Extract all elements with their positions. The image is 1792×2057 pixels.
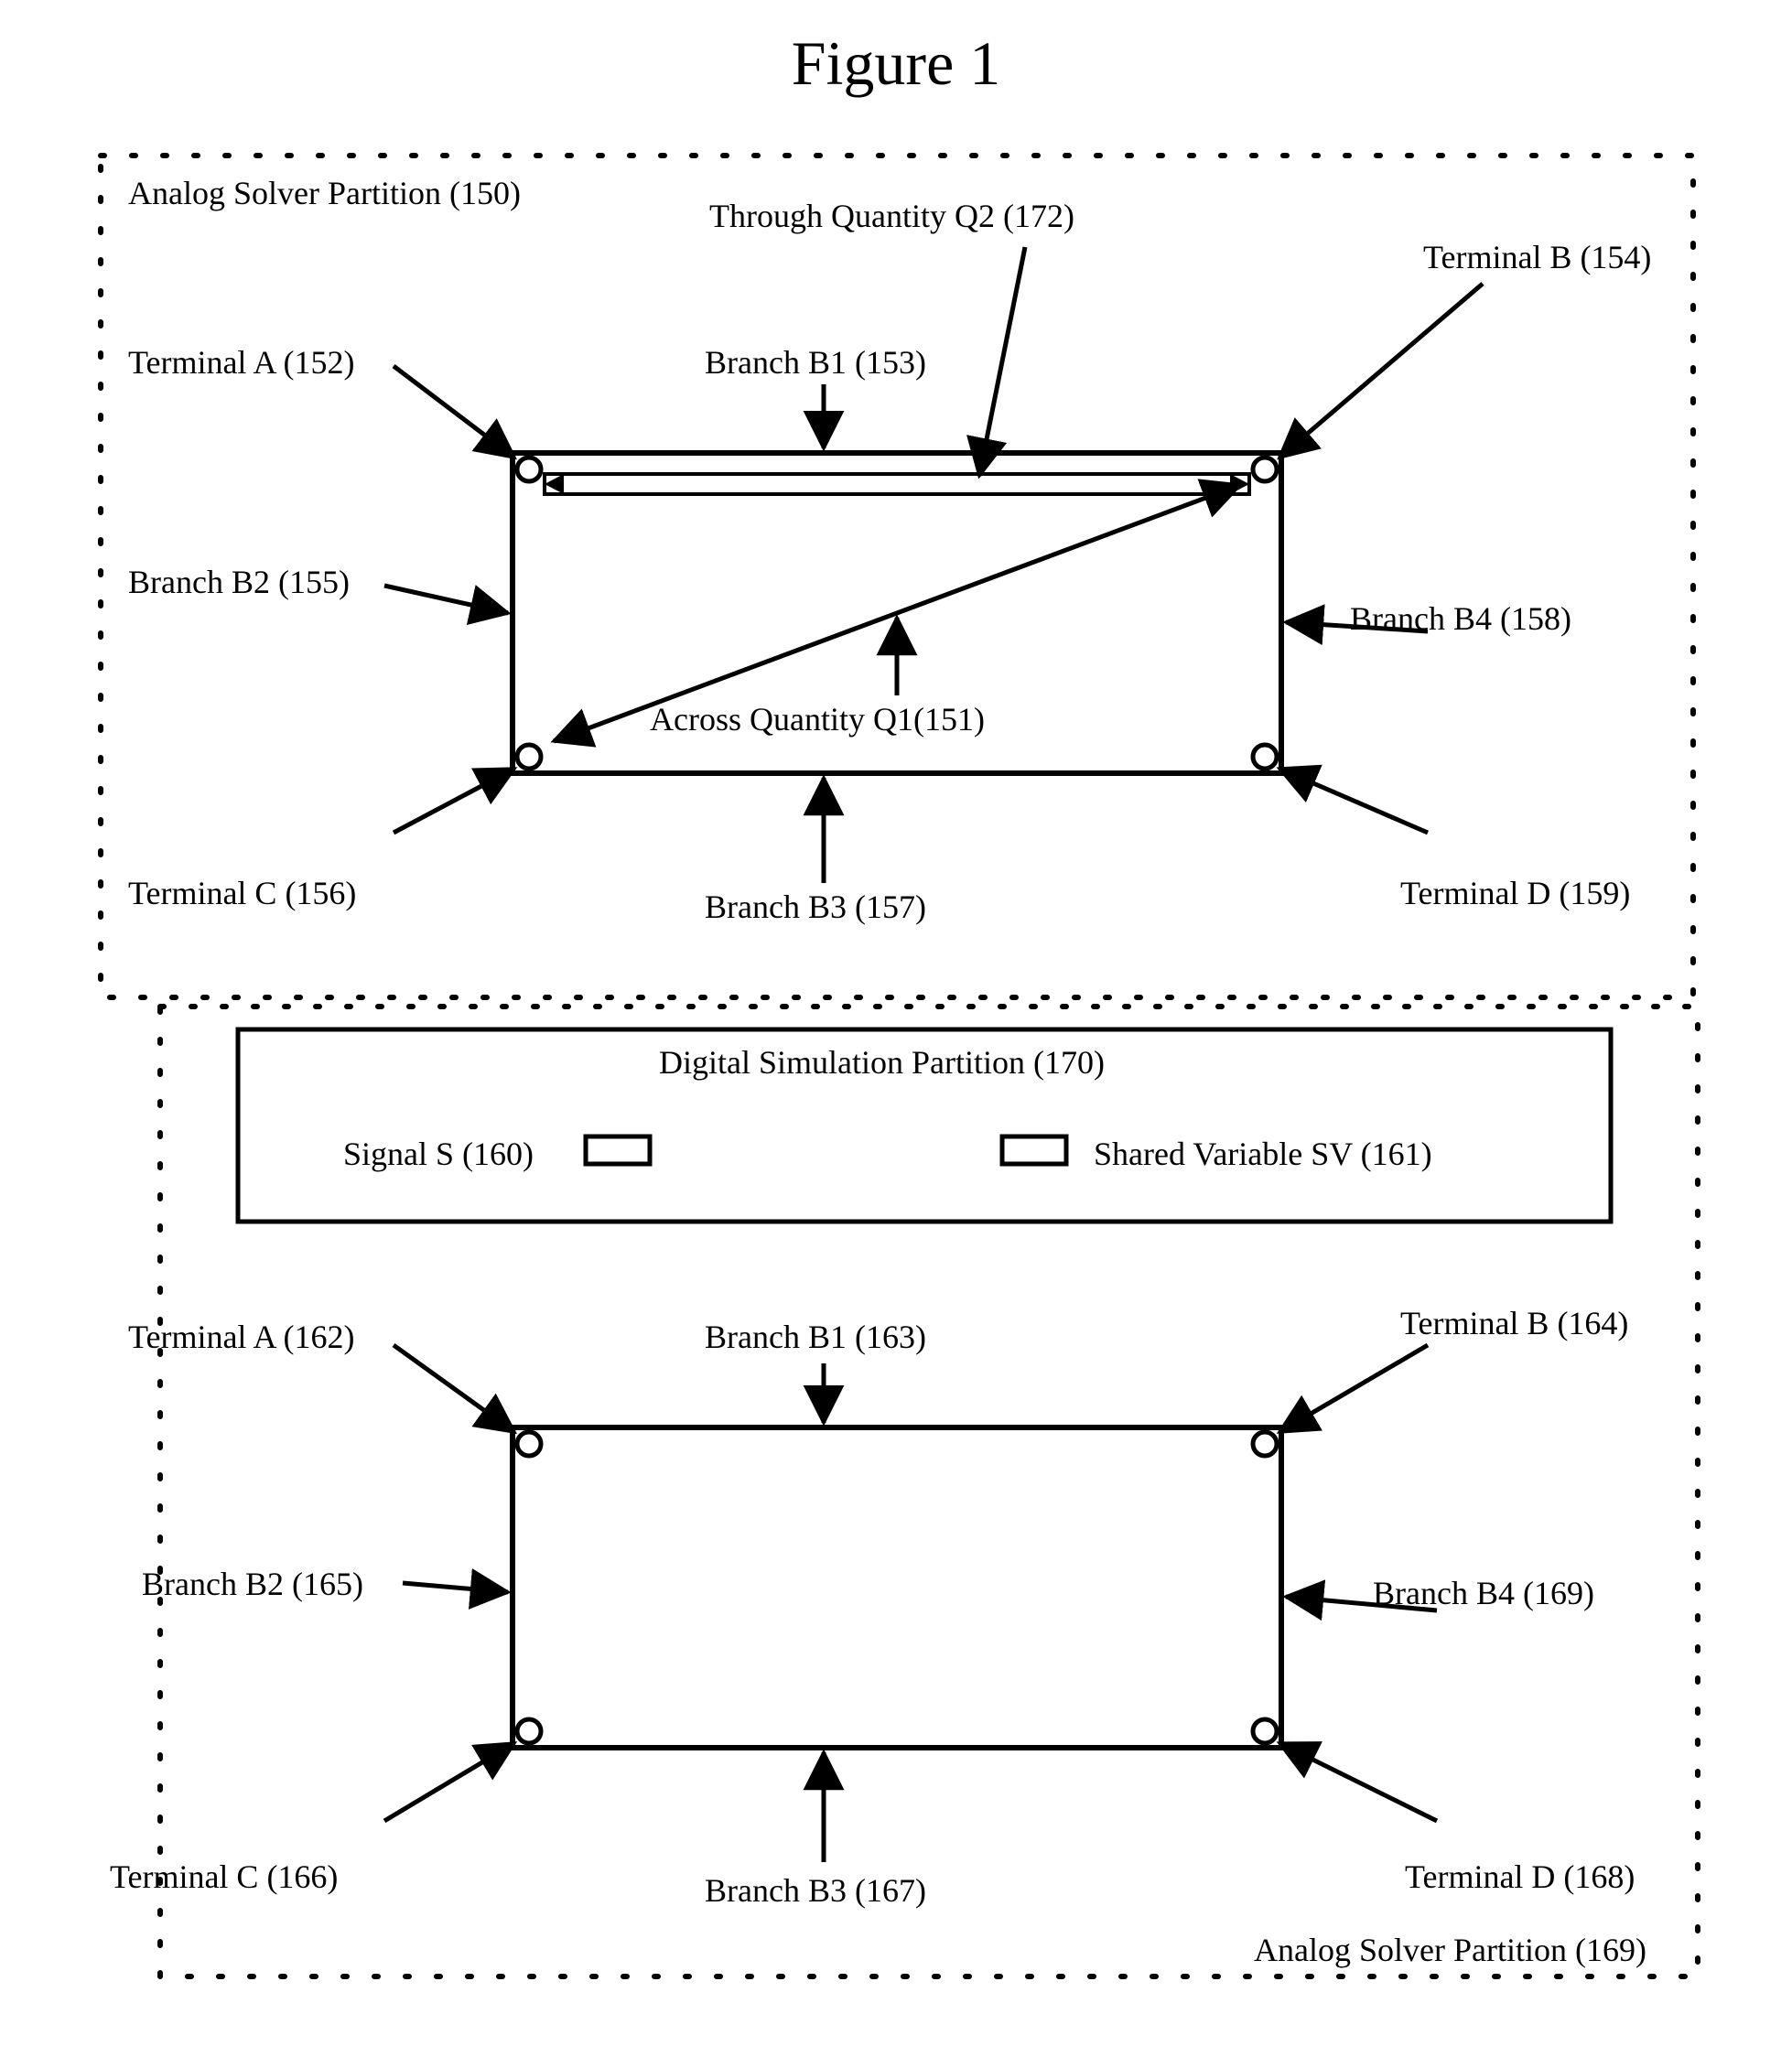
terminal-b-top-label: Terminal B (154) [1423, 238, 1651, 276]
branch-b1-bottom-label: Branch B1 (163) [705, 1318, 926, 1356]
bottom-partition-title: Analog Solver Partition (169) [1254, 1931, 1646, 1969]
top-leader-arrows [384, 247, 1483, 883]
terminal-c-top-label: Terminal C (156) [128, 874, 356, 912]
branch-b3-bottom-label: Branch B3 (167) [705, 1871, 926, 1910]
across-q1-label: Across Quantity Q1(151) [650, 700, 985, 738]
branch-b4-top-label: Branch B4 (158) [1350, 599, 1571, 638]
terminal-a-top-label: Terminal A (152) [128, 343, 354, 382]
figure-page: Figure 1 [0, 0, 1792, 2057]
shared-var-label: Shared Variable SV (161) [1094, 1135, 1432, 1173]
terminal-a-bottom-label: Terminal A (162) [128, 1318, 354, 1356]
top-partition-title: Analog Solver Partition (150) [128, 174, 521, 212]
terminal-d-bottom-label: Terminal D (168) [1405, 1858, 1635, 1896]
branch-b4-bottom-label: Branch B4 (169) [1373, 1574, 1594, 1612]
terminal-c-bottom-label: Terminal C (166) [110, 1858, 338, 1896]
branch-b2-bottom-label: Branch B2 (165) [142, 1565, 363, 1603]
digital-partition-title: Digital Simulation Partition (170) [659, 1043, 1105, 1082]
through-q2-label: Through Quantity Q2 (172) [709, 197, 1074, 235]
terminal-b-bottom-label: Terminal B (164) [1400, 1304, 1628, 1342]
diagram-svg [0, 0, 1792, 2057]
branch-b3-top-label: Branch B3 (157) [705, 888, 926, 926]
signal-s-label: Signal S (160) [343, 1135, 534, 1173]
branch-b1-top-label: Branch B1 (153) [705, 343, 926, 382]
terminal-d-top-label: Terminal D (159) [1400, 874, 1630, 912]
bottom-block [513, 1427, 1281, 1748]
branch-b2-top-label: Branch B2 (155) [128, 563, 350, 601]
